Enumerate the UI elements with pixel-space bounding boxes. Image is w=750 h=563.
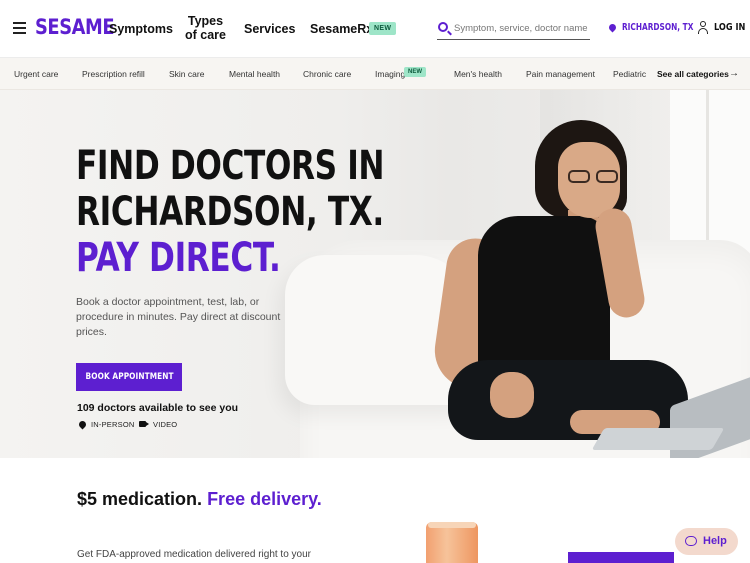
category-prescription-refill[interactable]: Prescription refill bbox=[82, 69, 145, 79]
promo-card bbox=[568, 552, 674, 563]
hero-title-line3: PAY DIRECT. bbox=[76, 235, 281, 281]
video-label: VIDEO bbox=[153, 420, 178, 429]
category-imaging[interactable]: Imaging bbox=[375, 69, 405, 79]
book-appointment-button[interactable]: BOOK APPOINTMENT bbox=[76, 363, 182, 391]
user-icon[interactable] bbox=[698, 21, 708, 34]
nav-types-of-care-line2: of care bbox=[185, 28, 226, 42]
category-mens-health[interactable]: Men's health bbox=[454, 69, 502, 79]
nav-services[interactable]: Services bbox=[244, 22, 295, 36]
promo-subtitle: Get FDA-approved medication delivered ri… bbox=[77, 549, 312, 560]
hero-title-line2: RICHARDSON, TX. bbox=[76, 189, 384, 235]
in-person-label: IN-PERSON bbox=[91, 420, 135, 429]
nav-types-of-care-line1: Types bbox=[187, 14, 224, 28]
location-selector[interactable]: RICHARDSON, TX bbox=[622, 22, 693, 33]
category-skin-care[interactable]: Skin care bbox=[169, 69, 204, 79]
imaging-new-badge: NEW bbox=[404, 67, 426, 77]
nav-symptoms[interactable]: Symptoms bbox=[109, 22, 173, 36]
sesame-logo[interactable]: SESAME bbox=[35, 15, 115, 39]
hero-title: FIND DOCTORS IN RICHARDSON, TX. PAY DIRE… bbox=[76, 143, 385, 281]
search-bar[interactable] bbox=[437, 18, 590, 40]
video-camera-icon bbox=[139, 421, 149, 427]
see-all-categories-label: See all categories bbox=[657, 69, 729, 79]
hero-title-line1: FIND DOCTORS IN bbox=[76, 143, 385, 189]
category-urgent-care[interactable]: Urgent care bbox=[14, 69, 58, 79]
help-label: Help bbox=[703, 535, 727, 547]
nav-sesamerx[interactable]: SesameRx bbox=[310, 22, 373, 36]
sesamerx-new-badge: NEW bbox=[369, 22, 397, 35]
medication-bottle-image bbox=[426, 522, 478, 563]
chat-bubble-icon bbox=[685, 536, 697, 546]
promo-title-accent: Free delivery. bbox=[207, 489, 322, 509]
hero-laptop bbox=[591, 373, 750, 458]
search-icon bbox=[438, 22, 448, 32]
hamburger-menu-icon[interactable] bbox=[13, 22, 26, 34]
category-pediatric[interactable]: Pediatric bbox=[613, 69, 646, 79]
top-navigation: SESAME Symptoms Types of care Services S… bbox=[0, 0, 750, 58]
nav-types-of-care[interactable]: Types of care bbox=[185, 14, 226, 42]
promo-title: $5 medication. Free delivery. bbox=[77, 487, 337, 511]
category-mental-health[interactable]: Mental health bbox=[229, 69, 280, 79]
location-pin-icon bbox=[607, 22, 618, 33]
category-pain-management[interactable]: Pain management bbox=[526, 69, 595, 79]
search-input[interactable] bbox=[454, 20, 590, 36]
login-link[interactable]: LOG IN bbox=[714, 22, 745, 33]
arrow-right-icon: → bbox=[729, 68, 739, 79]
hero-subtitle: Book a doctor appointment, test, lab, or… bbox=[76, 296, 281, 338]
promo-title-prefix: $5 medication. bbox=[77, 489, 203, 509]
book-appointment-label: BOOK APPOINTMENT bbox=[85, 372, 174, 382]
help-button[interactable]: Help bbox=[675, 528, 738, 555]
doctor-count: 109 doctors available to see you bbox=[77, 402, 239, 414]
category-bar: Urgent care Prescription refill Skin car… bbox=[0, 58, 750, 90]
see-all-categories-link[interactable]: See all categories → bbox=[650, 58, 750, 89]
category-chronic-care[interactable]: Chronic care bbox=[303, 69, 351, 79]
